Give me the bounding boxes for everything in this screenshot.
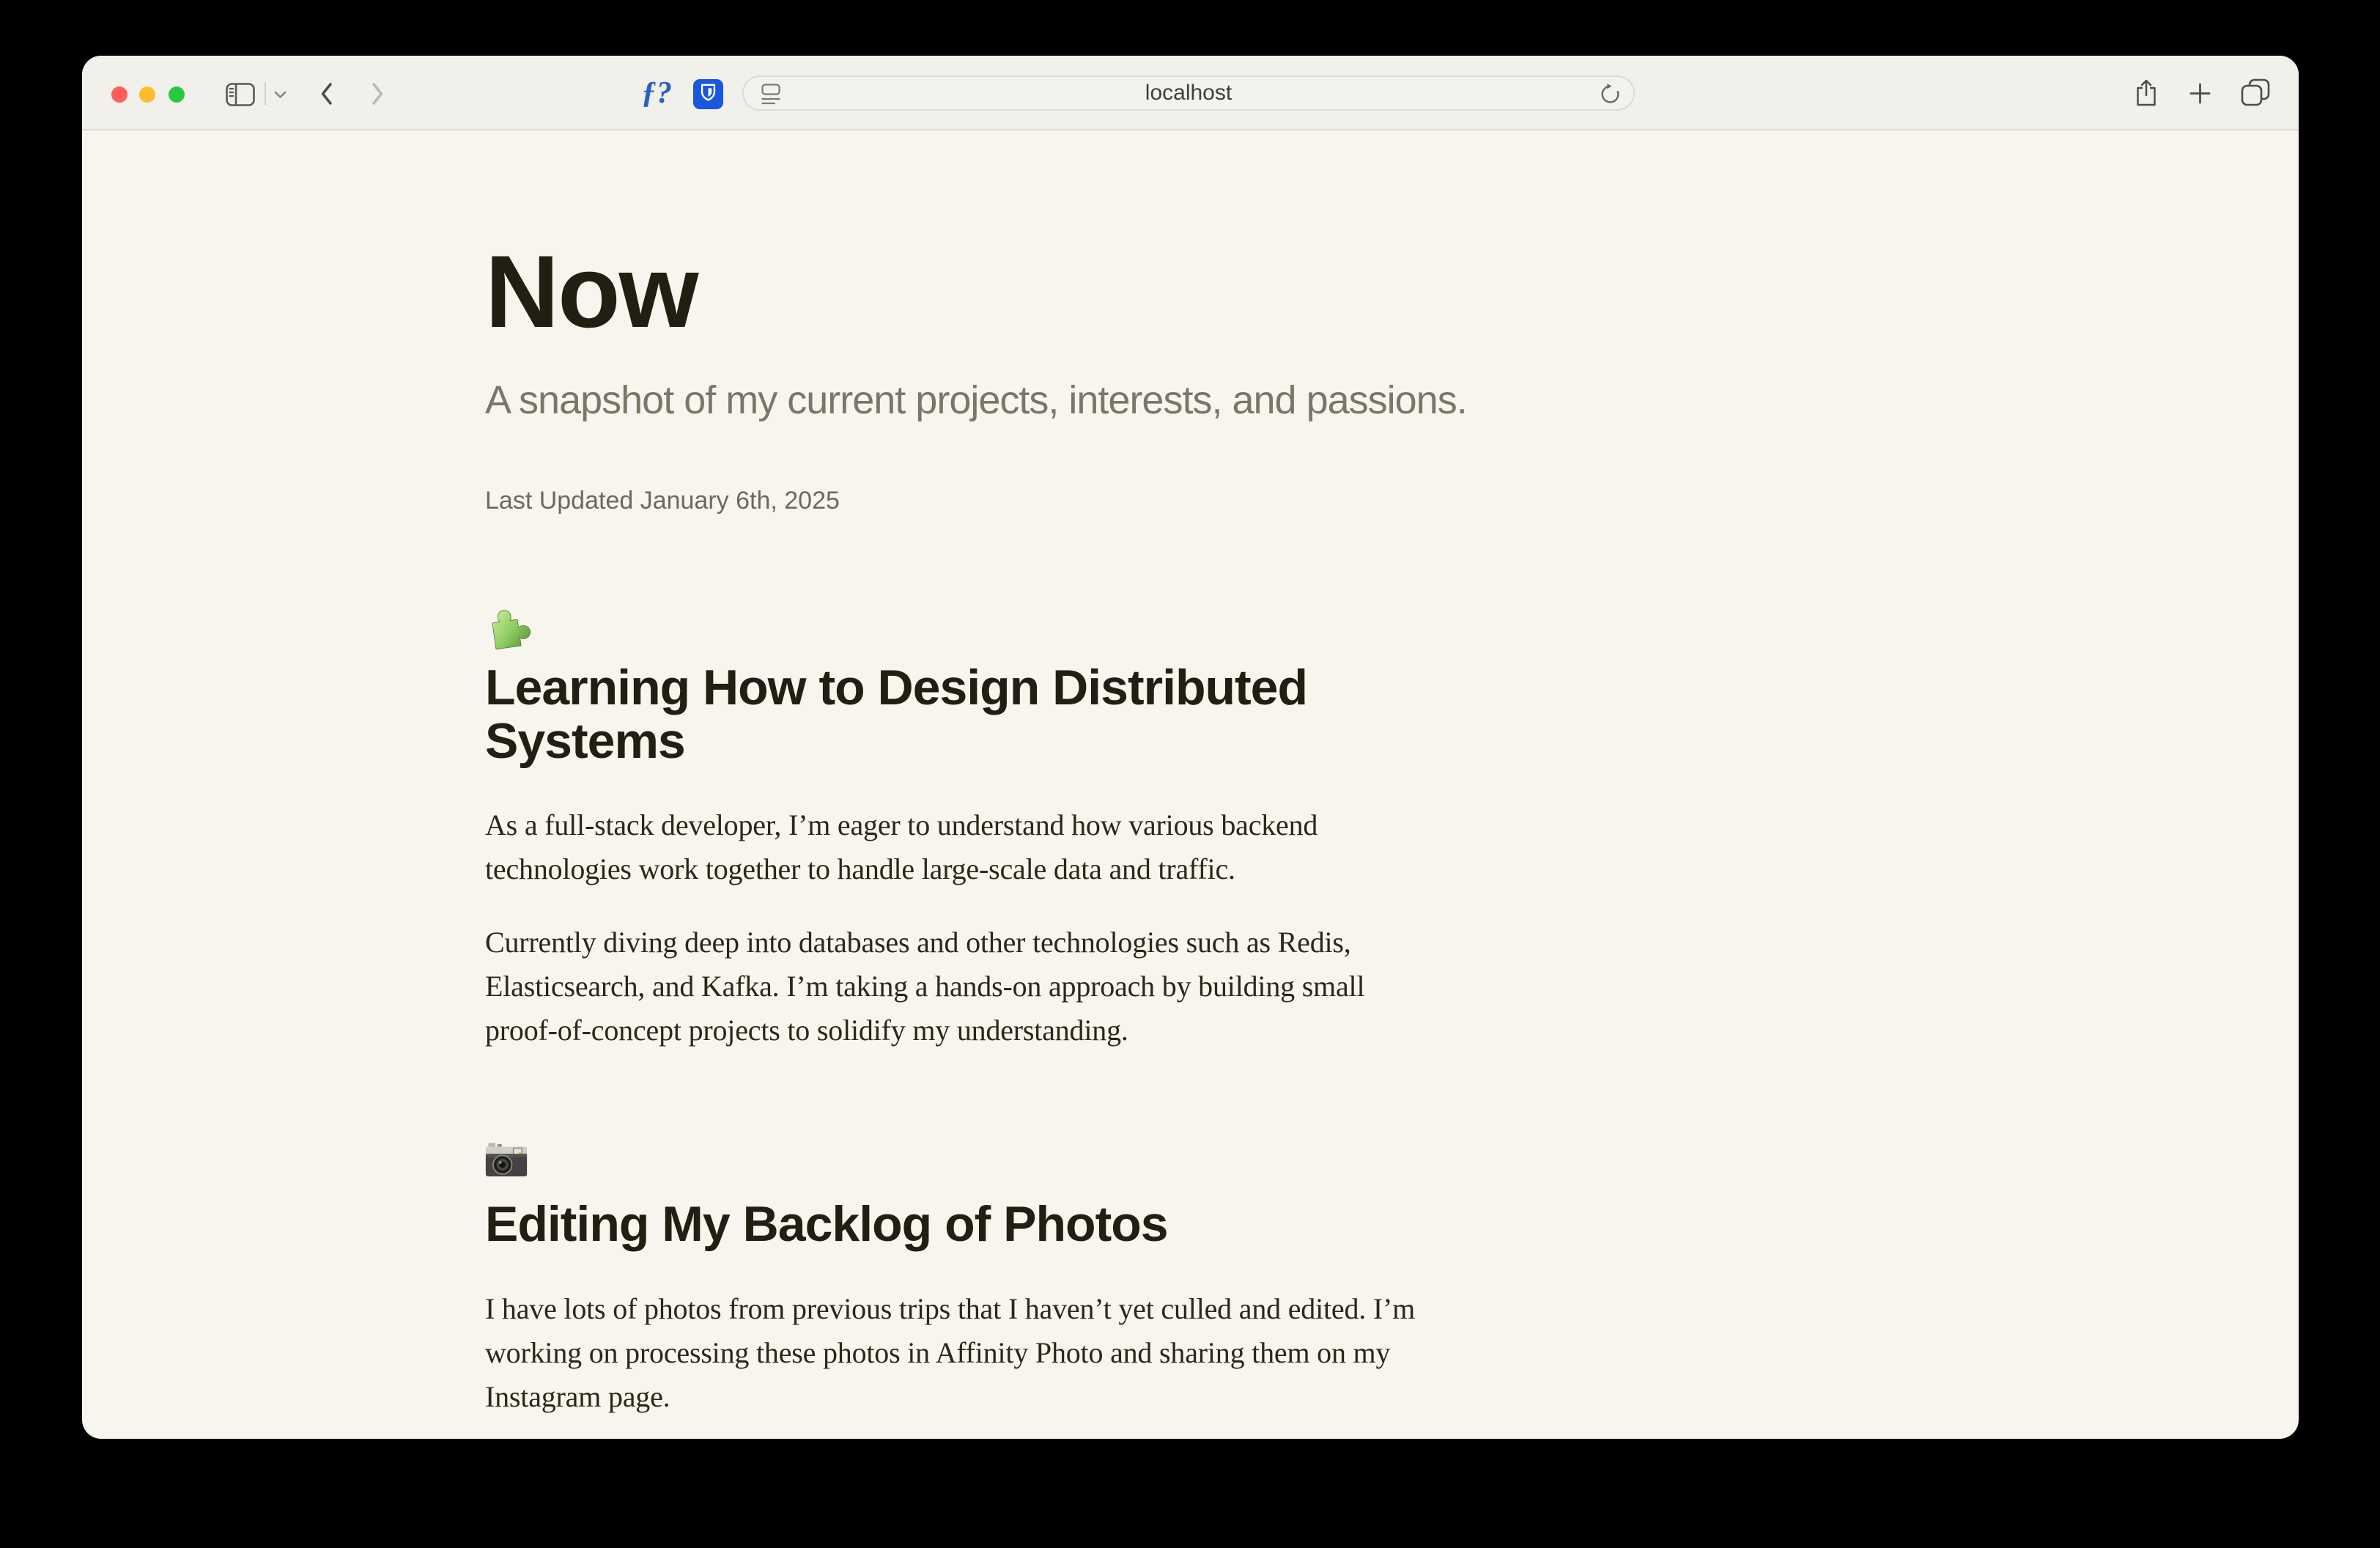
chevron-down-icon: [274, 89, 287, 103]
sidebar-icon: [226, 83, 255, 110]
toolbar-divider: [265, 82, 266, 105]
new-tab-button[interactable]: [2189, 83, 2211, 108]
share-button[interactable]: [2135, 78, 2157, 111]
section-paragraph: As a full-stack developer, I’m eager to …: [485, 803, 1438, 891]
page-content: Now A snapshot of my current projects, i…: [82, 240, 2299, 1419]
sidebar-toggle-button[interactable]: [226, 83, 255, 110]
section-heading: Learning How to Design Distributed Syste…: [485, 661, 1401, 769]
camera-icon: [485, 1142, 532, 1187]
page-subtitle: A snapshot of my current projects, inter…: [485, 377, 1896, 424]
tab-overview-button[interactable]: [2241, 78, 2271, 111]
bitwarden-extension-button[interactable]: [693, 79, 723, 109]
reload-icon[interactable]: [1599, 83, 1622, 109]
section-photo-editing: Editing My Backlog of Photos I have lots…: [485, 1142, 1896, 1418]
forward-button[interactable]: [371, 82, 385, 109]
bitwarden-shield-icon: [698, 83, 718, 106]
section-heading: Editing My Backlog of Photos: [485, 1198, 1401, 1251]
page-title: Now: [485, 240, 1896, 343]
section-paragraph: I have lots of photos from previous trip…: [485, 1287, 1438, 1419]
font-extension-glyph: ƒ?: [641, 75, 672, 111]
section-paragraph: Currently diving deep into databases and…: [485, 921, 1438, 1053]
new-tab-icon: [2189, 83, 2211, 108]
back-button[interactable]: [319, 82, 333, 109]
puzzle-piece-icon: [482, 602, 535, 653]
url-text[interactable]: localhost: [1145, 81, 1232, 106]
share-icon: [2135, 78, 2157, 111]
section-distributed-systems: Learning How to Design Distributed Syste…: [485, 605, 1896, 1053]
tab-overview-icon: [2241, 78, 2271, 111]
browser-window: ƒ? localhost: [82, 56, 2299, 1439]
minimize-window-button[interactable]: [139, 86, 155, 103]
close-window-button[interactable]: [111, 86, 128, 103]
browser-toolbar: ƒ? localhost: [82, 56, 2299, 130]
zoom-window-button[interactable]: [169, 86, 185, 103]
address-bar[interactable]: localhost: [742, 75, 1635, 111]
sidebar-menu-chevron[interactable]: [274, 89, 287, 103]
reader-icon[interactable]: [761, 84, 780, 109]
forward-icon: [371, 82, 385, 109]
last-updated-text: Last Updated January 6th, 2025: [485, 486, 1896, 516]
back-icon: [319, 82, 333, 109]
font-extension-button[interactable]: ƒ?: [639, 75, 674, 111]
